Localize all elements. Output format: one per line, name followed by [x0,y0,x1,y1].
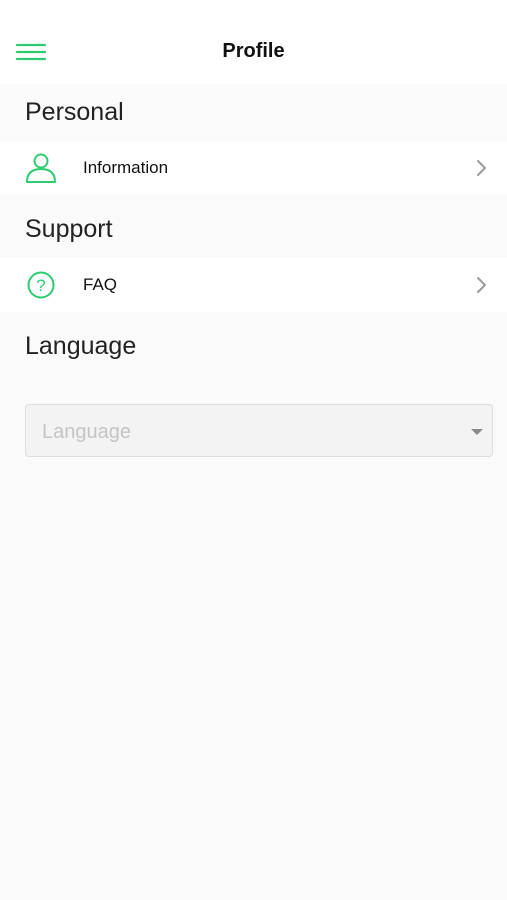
user-icon [26,153,56,183]
section-title-personal: Personal [25,98,124,126]
help-circle-icon: ? [27,271,55,299]
section-title-support: Support [25,215,113,243]
page-title: Profile [222,40,285,62]
caret-down-icon [471,429,483,435]
information-label: Information [83,158,169,177]
language-select[interactable]: Language [25,404,493,457]
chevron-right-icon [477,277,486,293]
chevron-right-icon [477,160,486,176]
information-row[interactable]: Information [0,141,507,195]
section-title-language: Language [25,332,137,360]
faq-label: FAQ [83,275,118,294]
app-header: Profile [0,0,507,84]
faq-row[interactable]: ? FAQ [0,258,507,312]
svg-text:?: ? [36,276,45,295]
language-select-placeholder: Language [42,421,131,443]
